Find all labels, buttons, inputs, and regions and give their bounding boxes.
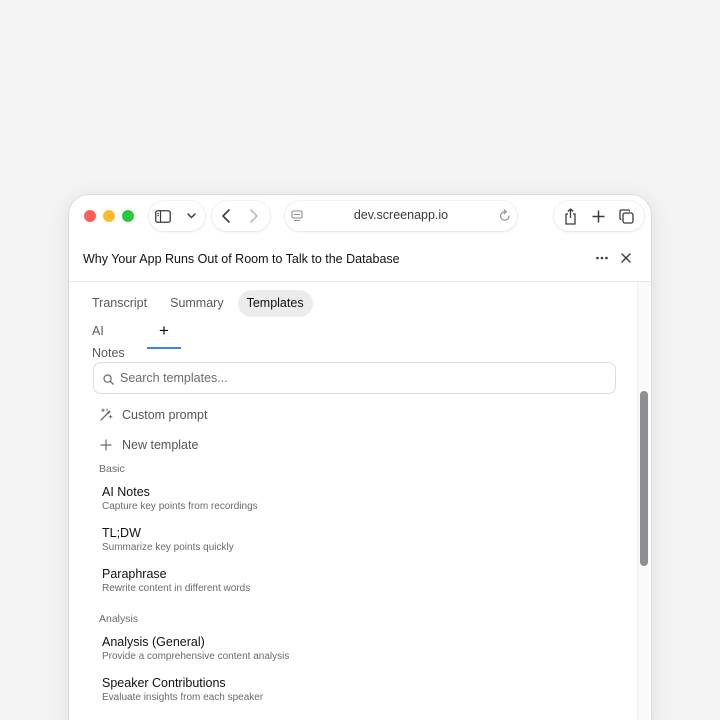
new-tab-icon[interactable] xyxy=(584,202,612,230)
magic-wand-icon xyxy=(99,408,113,422)
navigation-group xyxy=(212,201,270,231)
panel-header: Why Your App Runs Out of Room to Talk to… xyxy=(69,239,651,282)
browser-toolbar: dev.screenapp.io xyxy=(69,195,651,239)
template-title: Analysis (General) xyxy=(102,635,205,649)
more-icon[interactable] xyxy=(595,251,609,270)
custom-prompt-label: Custom prompt xyxy=(122,408,208,422)
main-tabs: Transcript Summary Templates xyxy=(83,290,318,317)
new-template-label: New template xyxy=(122,438,199,452)
section-label-basic: Basic xyxy=(99,463,125,475)
chevron-down-icon[interactable] xyxy=(177,202,205,230)
template-title: AI Notes xyxy=(102,485,150,499)
template-item-analysis-general[interactable]: Analysis (General) Provide a comprehensi… xyxy=(102,635,582,663)
template-item-ai-notes[interactable]: AI Notes Capture key points from recordi… xyxy=(102,485,582,513)
zoom-window-button[interactable] xyxy=(122,210,134,222)
template-description: Provide a comprehensive content analysis xyxy=(102,651,290,662)
template-description: Capture key points from recordings xyxy=(102,501,258,512)
scrollbar-track[interactable] xyxy=(637,282,649,720)
template-description: Evaluate insights from each speaker xyxy=(102,692,264,703)
search-input[interactable] xyxy=(120,363,600,393)
page-title: Why Your App Runs Out of Room to Talk to… xyxy=(83,252,400,266)
template-item-speaker-contributions[interactable]: Speaker Contributions Evaluate insights … xyxy=(102,676,582,704)
new-template-button[interactable]: New template xyxy=(99,434,198,456)
browser-actions-group xyxy=(554,201,644,231)
active-subtab-indicator xyxy=(147,347,181,349)
close-window-button[interactable] xyxy=(84,210,96,222)
share-icon[interactable] xyxy=(556,202,584,230)
section-label-analysis: Analysis xyxy=(99,613,139,625)
plus-icon xyxy=(99,438,113,452)
minimize-window-button[interactable] xyxy=(103,210,115,222)
custom-prompt-button[interactable]: Custom prompt xyxy=(99,404,207,426)
reload-icon[interactable] xyxy=(499,209,511,227)
template-description: Rewrite content in different words xyxy=(102,583,251,594)
back-icon[interactable] xyxy=(212,202,240,230)
template-title: TL;DW xyxy=(102,526,141,540)
template-description: Summarize key points quickly xyxy=(102,542,234,553)
sidebar-icon[interactable] xyxy=(149,202,177,230)
scrollbar-thumb[interactable] xyxy=(640,391,648,566)
tab-summary[interactable]: Summary xyxy=(161,290,232,317)
url-text: dev.screenapp.io xyxy=(353,208,449,222)
sidebar-toggle-group xyxy=(149,201,205,231)
template-title: Speaker Contributions xyxy=(102,676,226,690)
template-item-tldw[interactable]: TL;DW Summarize key points quickly xyxy=(102,526,582,554)
subtab-ai-notes[interactable]: AI Notes xyxy=(92,320,125,360)
panel-content: Transcript Summary Templates AI Notes + … xyxy=(69,282,651,720)
search-box xyxy=(93,362,616,394)
template-title: Paraphrase xyxy=(102,567,167,581)
tab-overview-icon[interactable] xyxy=(612,202,640,230)
add-subtab-button[interactable]: + xyxy=(147,320,181,342)
tab-transcript[interactable]: Transcript xyxy=(83,290,156,317)
tab-templates[interactable]: Templates xyxy=(237,290,313,317)
browser-window: dev.screenapp.io Why Your App Runs Out o… xyxy=(69,195,651,720)
close-icon[interactable] xyxy=(619,251,633,270)
search-icon xyxy=(103,372,114,390)
template-item-paraphrase[interactable]: Paraphrase Rewrite content in different … xyxy=(102,567,582,595)
address-bar[interactable]: dev.screenapp.io xyxy=(285,201,517,231)
forward-icon[interactable] xyxy=(240,202,268,230)
